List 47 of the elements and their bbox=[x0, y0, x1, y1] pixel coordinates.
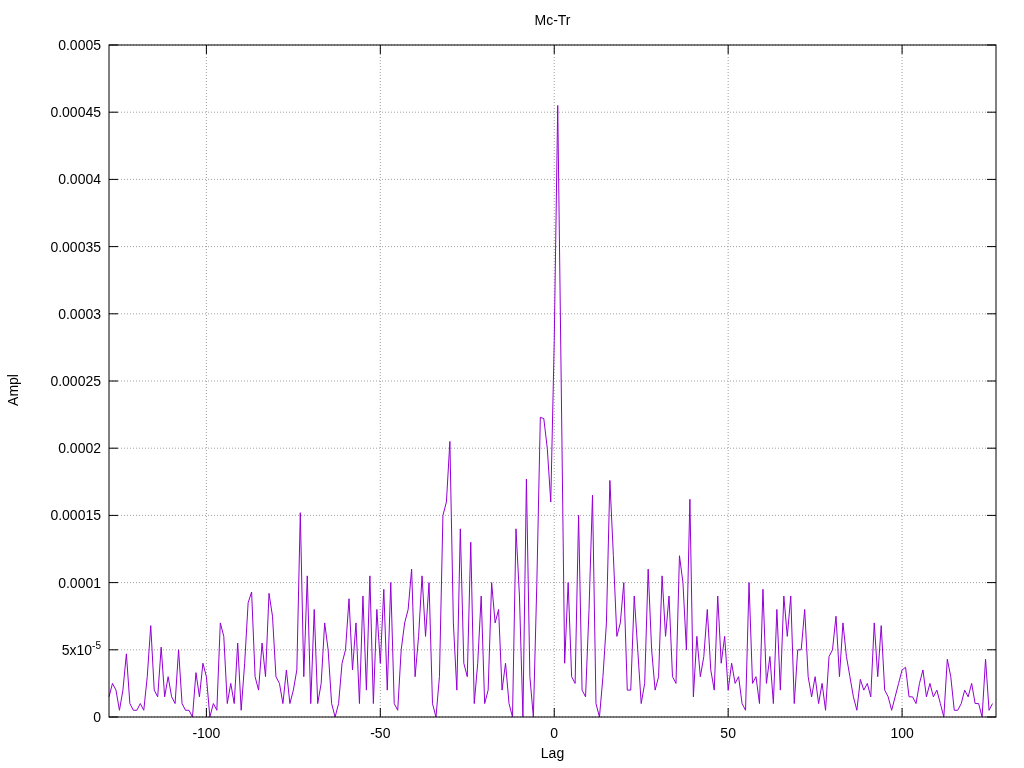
x-tick-label: 100 bbox=[890, 725, 914, 741]
y-tick-label: 0.0004 bbox=[58, 171, 101, 188]
y-tick-label: 5x10$^{-5}$ bbox=[61, 641, 101, 658]
tick-mark bbox=[205, 707, 207, 718]
tick-mark bbox=[986, 514, 997, 516]
tick-mark bbox=[986, 582, 997, 584]
tick-mark bbox=[727, 44, 729, 55]
y-tick-label: 0.0002 bbox=[58, 440, 101, 457]
tick-mark bbox=[205, 44, 207, 55]
y-tick-label: 0.0003 bbox=[58, 305, 101, 322]
y-tick-label: 0 bbox=[93, 709, 101, 725]
tick-mark bbox=[379, 707, 381, 718]
y-axis-label: Ampl bbox=[5, 374, 21, 406]
y-tick-label: 0.00025 bbox=[50, 373, 101, 389]
tick-mark bbox=[986, 380, 997, 382]
x-axis-label: Lag bbox=[540, 745, 565, 761]
tick-mark bbox=[901, 44, 903, 55]
tick-mark bbox=[108, 178, 119, 180]
tick-mark bbox=[727, 707, 729, 718]
y-tick-label: 0.0005 bbox=[58, 37, 101, 53]
tick-mark bbox=[986, 313, 997, 315]
y-tick-label: 0.00035 bbox=[50, 238, 101, 255]
x-tick-label: -100 bbox=[192, 725, 221, 741]
tick-mark bbox=[986, 178, 997, 180]
x-tick-label: 50 bbox=[720, 725, 736, 741]
tick-mark bbox=[108, 246, 119, 248]
tick-mark bbox=[986, 246, 997, 248]
tick-mark bbox=[108, 582, 119, 584]
chart-title: Mc-Tr bbox=[534, 12, 571, 28]
x-tick-label: 0 bbox=[550, 725, 559, 741]
y-tick-label: 0.00015 bbox=[50, 507, 101, 524]
tick-mark bbox=[901, 707, 903, 718]
tick-mark bbox=[108, 514, 119, 516]
tick-mark bbox=[986, 447, 997, 449]
y-tick-label: 0.0001 bbox=[58, 574, 101, 591]
tick-mark bbox=[108, 111, 119, 113]
tick-mark bbox=[379, 44, 381, 55]
tick-mark bbox=[108, 380, 119, 382]
tick-mark bbox=[108, 313, 119, 315]
tick-mark bbox=[986, 649, 997, 651]
x-tick-label: -50 bbox=[370, 725, 391, 741]
tick-mark bbox=[553, 44, 555, 55]
tick-mark bbox=[986, 111, 997, 113]
tick-mark bbox=[108, 447, 119, 449]
tick-mark bbox=[108, 649, 119, 651]
y-tick-label: 0.00045 bbox=[50, 104, 101, 121]
tick-mark bbox=[553, 707, 555, 718]
